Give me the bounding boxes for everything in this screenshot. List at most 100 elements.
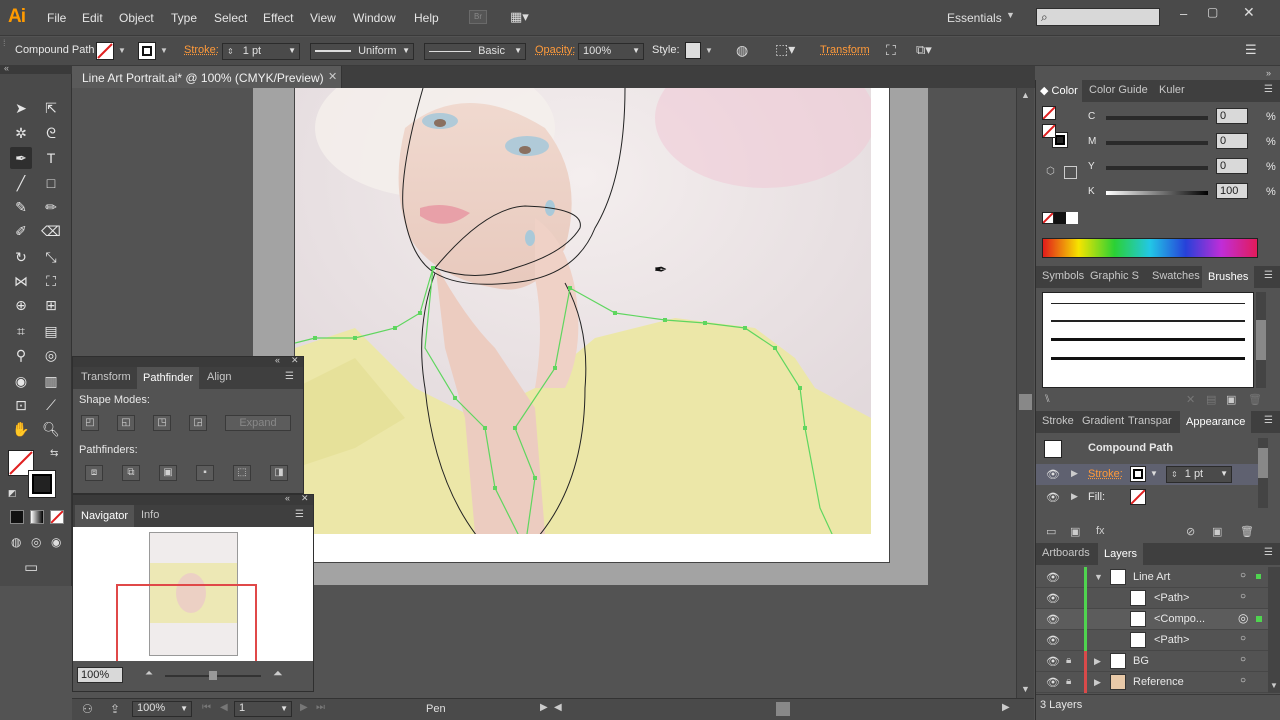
menu-effect[interactable]: Effect	[263, 11, 293, 25]
lasso-tool-icon[interactable]: ᘓ	[40, 122, 62, 144]
menu-view[interactable]: View	[310, 11, 336, 25]
free-transform-tool-icon[interactable]: ⛶	[40, 270, 62, 292]
export-icon[interactable]: ⇪	[110, 702, 120, 716]
outline-icon[interactable]: ⬚	[233, 465, 251, 481]
help-search-input[interactable]: ⌕	[1036, 8, 1160, 26]
scroll-left-icon[interactable]: ◀	[554, 702, 562, 713]
none-mode-icon[interactable]	[50, 510, 64, 524]
artboard-number-field[interactable]: 1 ▼	[234, 701, 292, 717]
options-icon[interactable]: ▤	[1206, 393, 1216, 406]
brush-list-scrollbar[interactable]	[1256, 292, 1266, 388]
panel-menu-icon[interactable]: ☰	[285, 371, 294, 382]
minus-front-icon[interactable]: ◱	[117, 415, 135, 431]
menu-window[interactable]: Window	[353, 11, 396, 25]
artboard-tool-icon[interactable]: ⊡	[10, 394, 32, 416]
shape-builder-tool-icon[interactable]: ⊕	[10, 294, 32, 316]
swap-fill-stroke-icon[interactable]: ⇆	[50, 448, 58, 459]
layer-row-compound-path[interactable]: 👁︎ <Compo... ◎	[1036, 609, 1268, 630]
clear-appearance-icon[interactable]: ⊘	[1186, 525, 1195, 538]
layers-scrollbar[interactable]: ▼	[1268, 567, 1280, 693]
layer-row-line-art[interactable]: 👁︎ ▼ Line Art ○	[1036, 567, 1268, 588]
crop-icon[interactable]: ▪	[196, 465, 214, 481]
intersect-icon[interactable]: ◳	[153, 415, 171, 431]
minus-back-icon[interactable]: ◨	[270, 465, 288, 481]
tab-layers[interactable]: Layers	[1098, 543, 1144, 565]
tab-color-guide[interactable]: Color Guide	[1089, 84, 1148, 96]
scale-tool-icon[interactable]: ⤡	[40, 246, 62, 268]
fill-swatch[interactable]	[96, 42, 114, 60]
draw-behind-icon[interactable]: ◎	[31, 535, 41, 549]
pen-tool-icon[interactable]: ✒	[10, 147, 32, 169]
appearance-scrollbar[interactable]	[1258, 438, 1268, 508]
tab-stroke[interactable]: Stroke	[1042, 415, 1074, 427]
panel-menu-icon[interactable]: ☰	[1264, 270, 1273, 281]
navigator-preview[interactable]	[73, 527, 313, 664]
horizontal-scroll-thumb[interactable]	[776, 702, 790, 716]
brush-libraries-icon[interactable]: ⑊	[1044, 393, 1051, 405]
add-effect-icon[interactable]: fx	[1096, 525, 1105, 537]
duplicate-item-icon[interactable]: ▣	[1212, 525, 1222, 538]
paintbrush-tool-icon[interactable]: ✎	[10, 196, 32, 218]
blob-brush-tool-icon[interactable]: ✐	[10, 220, 32, 242]
tab-info[interactable]: Info	[141, 509, 159, 521]
default-fill-stroke-icon[interactable]: ◩	[8, 488, 17, 499]
appearance-fill-row[interactable]: 👁︎ ▶ Fill:	[1036, 487, 1258, 508]
unite-icon[interactable]: ◰	[81, 415, 99, 431]
delete-brush-icon[interactable]: 🗑︎	[1248, 393, 1262, 406]
m-value-field[interactable]: 0	[1216, 133, 1248, 149]
black-swatch[interactable]	[1054, 212, 1066, 224]
bridge-icon[interactable]: Br	[469, 10, 487, 24]
zoom-slider[interactable]	[165, 671, 261, 680]
menu-object[interactable]: Object	[119, 11, 154, 25]
menu-file[interactable]: File	[47, 11, 66, 25]
collapse-icon[interactable]: »	[1266, 68, 1271, 78]
line-tool-icon[interactable]: ╱	[10, 172, 32, 194]
chevron-down-icon[interactable]: ▼	[705, 46, 713, 55]
close-icon[interactable]: ✕	[328, 70, 337, 83]
graphic-style-swatch[interactable]	[685, 42, 701, 59]
tab-kuler[interactable]: Kuler	[1159, 84, 1185, 96]
eyedropper-tool-icon[interactable]: ⚲	[10, 344, 32, 366]
k-slider[interactable]	[1106, 191, 1208, 195]
eraser-tool-icon[interactable]: ⌫	[40, 220, 62, 242]
tab-transform[interactable]: Transform	[81, 371, 131, 383]
stroke-label[interactable]: Stroke:	[184, 44, 219, 56]
align-options-icon[interactable]: ⬚▾	[775, 41, 795, 58]
workspace-switcher[interactable]: Essentials	[947, 11, 1002, 25]
add-fill-icon[interactable]: ▣	[1070, 525, 1080, 538]
tab-appearance[interactable]: Appearance	[1180, 411, 1252, 433]
merge-icon[interactable]: ▣	[159, 465, 177, 481]
last-artboard-icon[interactable]: ⏭	[316, 702, 325, 713]
next-artboard-icon[interactable]: ▶	[300, 702, 308, 713]
hand-tool-icon[interactable]: ✋	[10, 418, 32, 440]
draw-inside-icon[interactable]: ◉	[51, 535, 61, 549]
panel-menu-icon[interactable]: ☰	[1264, 84, 1273, 95]
first-artboard-icon[interactable]: ⏮	[202, 702, 211, 713]
blend-tool-icon[interactable]: ◎	[40, 344, 62, 366]
type-tool-icon[interactable]: T	[40, 147, 62, 169]
arrange-documents-icon[interactable]: ▦▾	[510, 9, 535, 25]
stroke-swatch[interactable]	[138, 42, 156, 60]
zoom-level-select[interactable]: 100% ▼	[132, 701, 192, 717]
layer-row-path[interactable]: 👁︎ <Path> ○	[1036, 630, 1268, 651]
layer-row-path[interactable]: 👁︎ <Path> ○	[1036, 588, 1268, 609]
status-menu-icon[interactable]: ▶	[540, 702, 548, 713]
menu-edit[interactable]: Edit	[82, 11, 103, 25]
variable-width-profile[interactable]: Uniform ▼	[310, 43, 414, 60]
brush-definition[interactable]: Basic ▼	[424, 43, 526, 60]
tab-artboards[interactable]: Artboards	[1042, 547, 1090, 559]
rotate-tool-icon[interactable]: ↻	[10, 246, 32, 268]
stroke-color-box[interactable]	[28, 470, 56, 498]
tab-symbols[interactable]: Symbols	[1042, 270, 1084, 282]
tab-graphic-styles[interactable]: Graphic S	[1090, 270, 1139, 282]
layer-row-bg[interactable]: 👁︎ 🔒︎ ▶ BG ○	[1036, 651, 1268, 672]
menu-type[interactable]: Type	[171, 11, 197, 25]
previous-artboard-icon[interactable]: ◀	[220, 702, 228, 713]
isolate-object-icon[interactable]: ⛶	[886, 42, 896, 59]
opacity-field[interactable]: 100% ▼	[578, 43, 644, 60]
tab-swatches[interactable]: Swatches	[1152, 270, 1200, 282]
navigator-zoom-field[interactable]: 100%	[77, 667, 123, 683]
m-slider[interactable]	[1106, 141, 1208, 145]
vertical-scrollbar[interactable]: ▲ ▼	[1016, 88, 1034, 698]
opacity-label[interactable]: Opacity:	[535, 44, 575, 56]
